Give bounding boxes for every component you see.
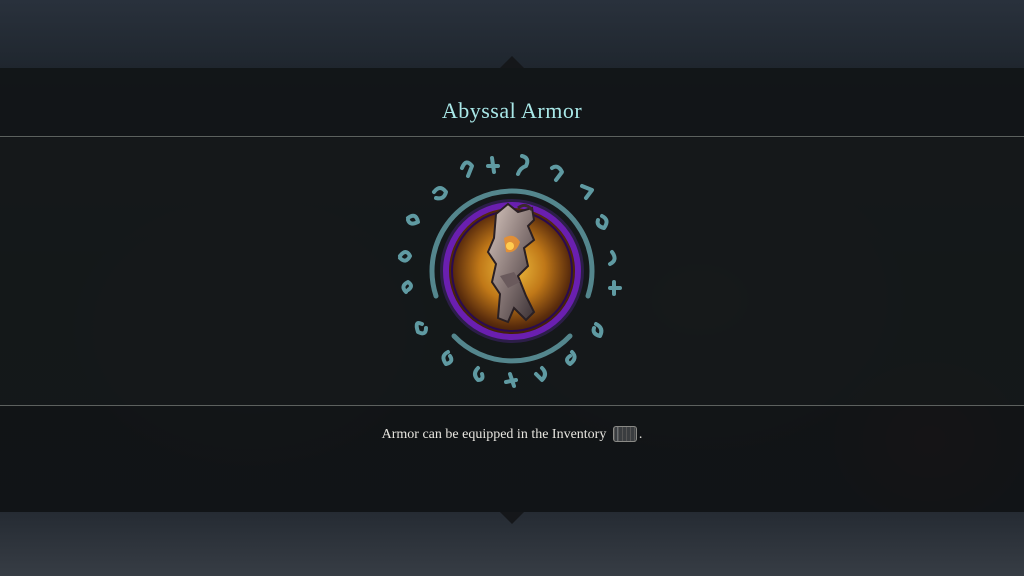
item-emblem bbox=[398, 154, 622, 388]
panel-top-notch bbox=[500, 56, 524, 68]
equip-hint-text: Armor can be equipped in the Inventory bbox=[381, 427, 607, 443]
message-divider bbox=[0, 405, 1024, 406]
equip-hint-period: . bbox=[638, 427, 643, 443]
inventory-key-icon bbox=[612, 426, 637, 442]
panel-bottom-notch bbox=[500, 512, 524, 524]
item-title: Abyssal Armor bbox=[441, 98, 583, 123]
title-divider bbox=[0, 136, 1024, 137]
equip-hint-message: Armor can be equipped in the Inventory . bbox=[0, 426, 1024, 443]
